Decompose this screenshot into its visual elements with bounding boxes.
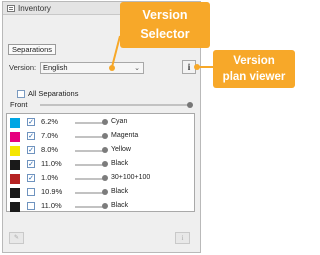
version-selector-callout: Version Selector (120, 2, 210, 48)
callout-line: Version (233, 55, 275, 67)
callout-line: plan viewer (222, 71, 286, 83)
callout-line: Version (142, 8, 188, 22)
callout-dot-selector (109, 65, 115, 71)
callout-dot-viewer (194, 64, 200, 70)
version-plan-viewer-callout: Version plan viewer (213, 50, 295, 88)
callout-line: Selector (140, 27, 190, 41)
callout-pointer-selector (111, 35, 121, 68)
